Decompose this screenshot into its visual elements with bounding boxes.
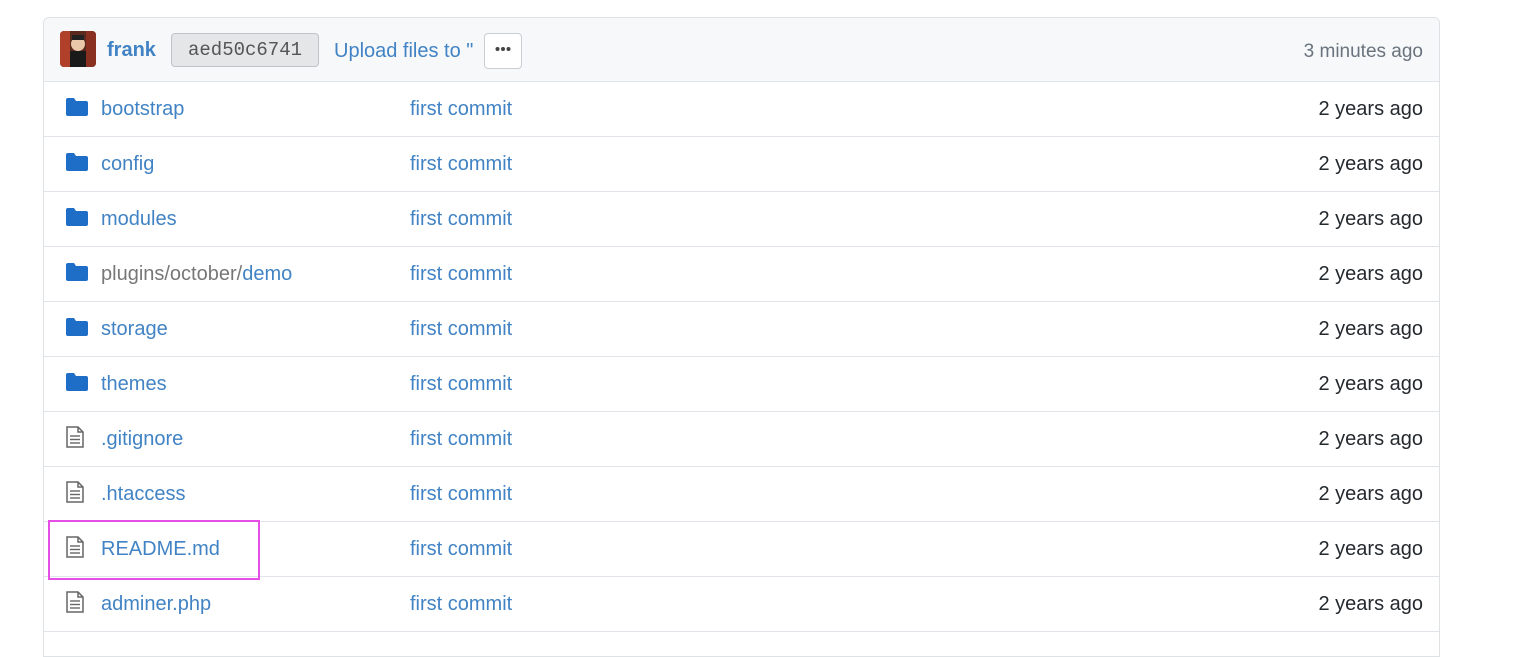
file-name-link[interactable]: README.md bbox=[101, 538, 220, 561]
file-row: plugins/october/demo first commit 2 years … bbox=[44, 247, 1439, 302]
commit-age: 2 years ago bbox=[1318, 263, 1423, 285]
file-row: modules first commit 2 years ago bbox=[44, 192, 1439, 247]
file-row: bootstrap first commit 2 years ago bbox=[44, 82, 1439, 137]
file-name-label: bootstrap bbox=[101, 98, 185, 120]
commit-message-link[interactable]: first commit bbox=[410, 483, 512, 506]
file-icon bbox=[66, 591, 84, 619]
file-row: .gitignore first commit 2 years ago bbox=[44, 412, 1439, 467]
folder-icon bbox=[66, 98, 88, 122]
file-name-link[interactable]: themes bbox=[101, 373, 167, 396]
folder-icon bbox=[66, 373, 88, 397]
commit-message-link[interactable]: first commit bbox=[410, 428, 512, 451]
commit-age: 2 years ago bbox=[1318, 98, 1423, 120]
ellipsis-icon bbox=[495, 47, 511, 51]
file-name-link[interactable]: modules bbox=[101, 208, 177, 231]
file-name-link[interactable]: plugins/october/demo bbox=[101, 263, 292, 286]
commit-age: 2 years ago bbox=[1318, 483, 1423, 505]
folder-icon bbox=[66, 208, 88, 232]
file-name-label: storage bbox=[101, 318, 168, 340]
folder-icon bbox=[66, 318, 88, 342]
file-row: themes first commit 2 years ago bbox=[44, 357, 1439, 412]
file-name-label: adminer.php bbox=[101, 593, 212, 615]
commit-age: 2 years ago bbox=[1318, 428, 1423, 450]
commit-author-link[interactable]: frank bbox=[107, 39, 156, 62]
file-name-link[interactable]: adminer.php bbox=[101, 593, 211, 616]
file-name-link[interactable]: .htaccess bbox=[101, 483, 185, 506]
file-name-link[interactable]: config bbox=[101, 153, 154, 176]
commit-age: 3 minutes ago bbox=[1303, 41, 1423, 62]
file-icon bbox=[66, 536, 84, 564]
file-name-link[interactable]: bootstrap bbox=[101, 98, 184, 121]
file-name-label: config bbox=[101, 153, 155, 175]
commit-age: 2 years ago bbox=[1318, 153, 1423, 175]
commit-age: 2 years ago bbox=[1318, 208, 1423, 230]
file-row: README.md first commit 2 years ago bbox=[44, 522, 1439, 577]
commit-age: 2 years ago bbox=[1318, 538, 1423, 560]
expand-commit-button[interactable] bbox=[484, 33, 522, 69]
commit-message-link[interactable]: first commit bbox=[410, 263, 512, 286]
commit-message-link[interactable]: first commit bbox=[410, 153, 512, 176]
file-icon bbox=[66, 426, 84, 454]
commit-sha-button[interactable]: aed50c6741 bbox=[171, 33, 319, 67]
file-icon bbox=[66, 481, 84, 509]
file-name-link[interactable]: .gitignore bbox=[101, 428, 183, 451]
commit-age: 2 years ago bbox=[1318, 593, 1423, 615]
commit-message-link[interactable]: first commit bbox=[410, 593, 512, 616]
file-name-label: themes bbox=[101, 373, 167, 395]
path-prefix: plugins/october/ bbox=[101, 263, 243, 285]
file-list: bootstrap first commit 2 years ago config fi… bbox=[44, 82, 1439, 632]
file-row: config first commit 2 years ago bbox=[44, 137, 1439, 192]
commit-message-link[interactable]: first commit bbox=[410, 98, 512, 121]
commit-age: 2 years ago bbox=[1318, 373, 1423, 395]
commit-message-link[interactable]: first commit bbox=[410, 373, 512, 396]
file-name-label: .htaccess bbox=[101, 483, 186, 505]
file-name-label: modules bbox=[101, 208, 177, 230]
file-name-label: README.md bbox=[101, 538, 220, 560]
file-row: storage first commit 2 years ago bbox=[44, 302, 1439, 357]
commit-message-link[interactable]: first commit bbox=[410, 318, 512, 341]
commit-message-link[interactable]: first commit bbox=[410, 208, 512, 231]
file-row: .htaccess first commit 2 years ago bbox=[44, 467, 1439, 522]
avatar[interactable] bbox=[60, 31, 96, 67]
file-name-link[interactable]: storage bbox=[101, 318, 168, 341]
commit-age: 2 years ago bbox=[1318, 318, 1423, 340]
folder-icon bbox=[66, 263, 88, 287]
folder-icon bbox=[66, 153, 88, 177]
latest-commit-bar: frank aed50c6741 Upload files to " 3 min… bbox=[44, 18, 1439, 82]
file-table: frank aed50c6741 Upload files to " 3 min… bbox=[43, 17, 1440, 657]
file-name-label: demo bbox=[242, 263, 293, 285]
commit-message-link[interactable]: Upload files to " bbox=[334, 40, 473, 63]
commit-message-link[interactable]: first commit bbox=[410, 538, 512, 561]
file-name-label: .gitignore bbox=[101, 428, 184, 450]
